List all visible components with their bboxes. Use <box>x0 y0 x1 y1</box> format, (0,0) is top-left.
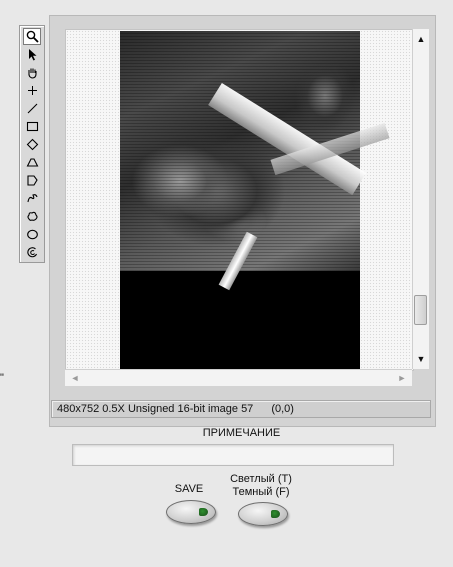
scroll-down-button[interactable]: ▼ <box>413 351 429 367</box>
arrow-down-icon: ▼ <box>416 354 426 364</box>
note-label: ПРИМЕЧАНИЕ <box>202 427 281 439</box>
arrow-pointer-icon <box>28 49 36 61</box>
broken-annulus-icon <box>26 247 37 258</box>
cloud-icon <box>26 211 38 221</box>
led-indicator-icon <box>199 508 208 516</box>
tool-palette <box>19 25 45 263</box>
freehand-line-tool[interactable] <box>23 190 41 207</box>
light-dark-toggle[interactable] <box>238 502 288 526</box>
rotated-rectangle-tool[interactable] <box>23 136 41 153</box>
dark-label-line: Темный (F) <box>232 486 290 498</box>
diamond-icon <box>26 138 38 151</box>
magnifier-icon <box>26 30 39 43</box>
line-tool[interactable] <box>23 100 41 117</box>
freehand-icon <box>26 194 38 203</box>
scroll-left-button[interactable]: ◄ <box>67 370 83 386</box>
polygon-icon <box>26 175 38 186</box>
note-field[interactable] <box>72 444 394 466</box>
cursor-coords: (0,0) <box>271 403 294 415</box>
scroll-up-button[interactable]: ▲ <box>413 31 429 47</box>
light-dark-label: Светлый (T) Темный (F) <box>222 473 300 499</box>
broken-annulus-tool[interactable] <box>23 244 41 261</box>
annulus-icon <box>26 158 38 167</box>
cut-off-text: " <box>0 372 4 384</box>
polygon-tool[interactable] <box>23 172 41 189</box>
image-info-bar: 480x752 0.5X Unsigned 16-bit image 57 (0… <box>51 400 431 418</box>
pan-tool[interactable] <box>23 64 41 81</box>
camera-frame-photo <box>120 31 390 291</box>
arrow-right-icon: ► <box>397 373 407 383</box>
horizontal-scrollbar[interactable]: ◄ ► <box>65 369 412 386</box>
zoom-tool[interactable] <box>23 28 41 45</box>
camera-image[interactable] <box>120 31 390 369</box>
rectangle-tool[interactable] <box>23 118 41 135</box>
vertical-scrollbar[interactable]: ▲ ▼ <box>412 29 429 369</box>
rectangle-icon <box>26 121 38 132</box>
oval-icon <box>26 229 38 240</box>
oval-tool[interactable] <box>23 226 41 243</box>
image-info-text: 480x752 0.5X Unsigned 16-bit image 57 <box>57 403 254 415</box>
photo-highlight <box>218 231 258 291</box>
scroll-right-button[interactable]: ► <box>394 370 410 386</box>
crosshair-icon <box>27 86 37 95</box>
arrow-up-icon: ▲ <box>416 34 426 44</box>
vertical-scroll-thumb[interactable] <box>414 295 427 326</box>
hand-icon <box>27 68 37 79</box>
annulus-tool[interactable] <box>23 154 41 171</box>
save-button[interactable] <box>166 500 216 524</box>
led-indicator-icon <box>271 510 280 518</box>
save-label: SAVE <box>174 483 204 495</box>
pointer-tool[interactable] <box>23 46 41 63</box>
arrow-left-icon: ◄ <box>70 373 80 383</box>
line-icon <box>27 103 37 114</box>
freehand-region-tool[interactable] <box>23 208 41 225</box>
point-tool[interactable] <box>23 82 41 99</box>
light-label-line: Светлый (T) <box>230 473 292 485</box>
